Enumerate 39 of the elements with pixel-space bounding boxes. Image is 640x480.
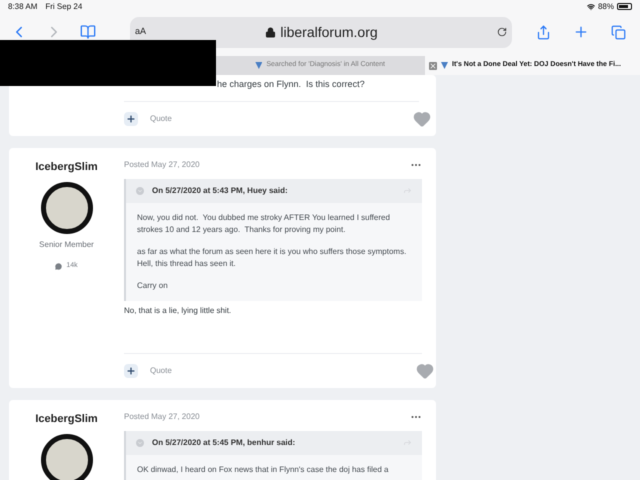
author-name[interactable]: IcebergSlim <box>35 410 98 427</box>
plus-icon <box>126 114 136 124</box>
quote-header: On 5/27/2020 at 5:45 PM, benhur said: <box>152 436 296 448</box>
address-text: liberalforum.org <box>280 22 378 42</box>
member-role: Senior Member <box>39 239 94 251</box>
heart-icon[interactable] <box>413 110 431 128</box>
wifi-icon <box>586 2 595 10</box>
bookmarks-icon[interactable] <box>80 24 96 40</box>
plus-icon <box>126 366 136 376</box>
battery-icon <box>617 3 632 10</box>
favicon-icon <box>255 62 262 69</box>
reload-icon[interactable] <box>497 27 507 37</box>
heart-icon[interactable] <box>416 362 434 380</box>
battery-percent: 88% <box>598 0 614 12</box>
post-text: he charges on Flynn. Is this correct? <box>217 78 366 91</box>
favicon-icon <box>441 62 448 69</box>
post-text: No, that is a lie, lying little shit. <box>124 304 232 316</box>
quote-paragraph: Carry on <box>137 280 169 292</box>
add-button[interactable] <box>124 364 138 378</box>
address-bar[interactable]: aA liberalforum.org <box>130 16 512 48</box>
share-icon[interactable] <box>536 24 551 40</box>
quote-paragraph: Now, you did not. You dubbed me stroky AFTER You learned I suffered strokes 10 and 12 years ago. Thanks for proving my point. <box>137 212 391 236</box>
tabs-icon[interactable] <box>611 24 626 40</box>
quote-paragraph: as far as what the forum as seen here it is you who suffers those symptoms. Hell, this thread has seen it. <box>137 246 408 270</box>
lock-icon <box>265 26 276 38</box>
new-tab-icon[interactable] <box>573 24 589 40</box>
post-date: Posted May 27, 2020 <box>124 410 200 422</box>
author-name[interactable]: IcebergSlim <box>35 158 98 175</box>
comment-icon <box>55 262 62 270</box>
add-button[interactable] <box>124 112 138 126</box>
avatar <box>40 182 92 234</box>
status-date: Fri Sep 24 <box>45 0 82 12</box>
quote-header: On 5/27/2020 at 5:43 PM, Huey said: <box>152 184 288 196</box>
avatar <box>40 434 92 480</box>
close-icon[interactable] <box>429 62 437 70</box>
post-date: Posted May 27, 2020 <box>124 158 200 170</box>
text-size-button[interactable]: aA <box>135 25 146 39</box>
status-time: 8:38 AM <box>8 0 38 12</box>
quote-paragraph: OK dinwad, I heard on Fox news that in Flynn's case the doj has filed a <box>137 464 390 476</box>
